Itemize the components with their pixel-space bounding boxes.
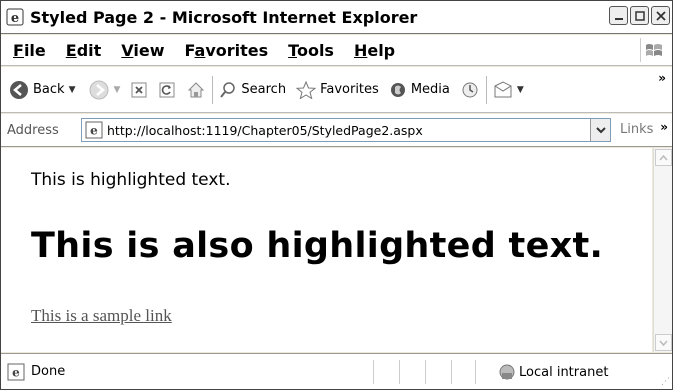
address-label: Address xyxy=(7,122,59,138)
refresh-button[interactable] xyxy=(158,75,176,105)
toolbar-separator xyxy=(485,75,487,104)
forward-arrow-icon xyxy=(89,80,109,99)
svg-text:e: e xyxy=(90,124,98,138)
browser-window: e Styled Page 2 - Microsoft Internet Exp… xyxy=(0,0,673,390)
favorites-button[interactable]: Favorites xyxy=(296,75,379,105)
minimize-icon xyxy=(614,17,623,20)
svg-text:e: e xyxy=(12,365,20,379)
highlighted-heading: This is also highlighted text. xyxy=(31,226,604,266)
back-dropdown-icon[interactable]: ▼ xyxy=(69,85,76,95)
history-icon xyxy=(462,82,478,97)
ie-icon: e xyxy=(4,6,26,28)
address-url: http://localhost:1119/Chapter05/StyledPa… xyxy=(107,122,423,138)
close-button[interactable] xyxy=(651,6,670,25)
forward-button[interactable]: ▼ xyxy=(89,75,120,105)
status-divider xyxy=(451,360,452,384)
stop-button[interactable] xyxy=(130,75,148,105)
mail-icon xyxy=(494,80,512,97)
mail-button[interactable]: ▼ xyxy=(493,75,524,105)
links-chevron-icon[interactable]: » xyxy=(660,120,668,134)
vertical-scrollbar[interactable] xyxy=(653,148,672,352)
minimize-button[interactable] xyxy=(609,6,628,25)
intranet-icon xyxy=(499,364,515,380)
page-icon: e xyxy=(85,121,103,139)
menu-favorites[interactable]: Favorites xyxy=(185,41,269,60)
media-icon xyxy=(390,82,405,97)
refresh-icon xyxy=(159,82,175,97)
scroll-up-icon xyxy=(659,154,668,160)
forward-dropdown-icon[interactable]: ▼ xyxy=(113,85,120,95)
status-divider xyxy=(425,360,426,384)
close-icon xyxy=(655,10,666,21)
title-bar: e Styled Page 2 - Microsoft Internet Exp… xyxy=(1,1,672,34)
stop-icon xyxy=(131,82,147,97)
mail-dropdown-icon[interactable]: ▼ xyxy=(517,85,524,95)
menu-view[interactable]: View xyxy=(121,41,164,60)
status-divider xyxy=(399,360,400,384)
window-title: Styled Page 2 - Microsoft Internet Explo… xyxy=(30,7,418,27)
windows-logo-icon xyxy=(640,38,666,62)
svg-text:e: e xyxy=(11,11,19,26)
menu-bar: File Edit View Favorites Tools Help xyxy=(1,35,672,66)
menu-tools[interactable]: Tools xyxy=(288,41,334,60)
toolbar-separator xyxy=(212,75,214,104)
scroll-down-button[interactable] xyxy=(655,334,672,351)
window-controls xyxy=(609,6,670,25)
menu-edit[interactable]: Edit xyxy=(66,41,102,60)
search-button[interactable]: Search xyxy=(219,75,286,105)
menu-file[interactable]: File xyxy=(13,41,46,60)
security-zone: Local intranet xyxy=(498,363,608,381)
chevron-down-icon xyxy=(595,127,606,134)
maximize-icon xyxy=(634,10,645,21)
search-icon xyxy=(220,81,236,98)
status-page-icon: e xyxy=(7,363,25,380)
status-bar: e Done Local intranet ⋰ xyxy=(1,353,672,389)
back-arrow-icon xyxy=(10,80,28,99)
back-button[interactable]: Back ▼ xyxy=(9,75,75,105)
standard-toolbar: Back ▼ ▼ Search Favorites Media ▼ » xyxy=(1,67,672,113)
scroll-up-button[interactable] xyxy=(655,149,672,166)
maximize-button[interactable] xyxy=(630,6,649,25)
links-button[interactable]: Links xyxy=(620,122,653,137)
page-content: This is highlighted text. This is also h… xyxy=(1,148,652,352)
home-button[interactable] xyxy=(186,75,206,105)
history-button[interactable] xyxy=(460,75,480,105)
address-dropdown-button[interactable] xyxy=(590,119,610,141)
address-field[interactable]: e http://localhost:1119/Chapter05/Styled… xyxy=(81,118,611,142)
status-text: Done xyxy=(31,364,66,379)
address-bar: Address e http://localhost:1119/Chapter0… xyxy=(1,114,672,147)
sample-link[interactable]: This is a sample link xyxy=(31,306,172,326)
media-button[interactable]: Media xyxy=(389,75,450,105)
status-divider xyxy=(475,360,476,384)
home-icon xyxy=(188,81,205,97)
menu-help[interactable]: Help xyxy=(354,41,395,60)
toolbar-chevron-icon[interactable]: » xyxy=(658,71,666,85)
resize-grip-icon[interactable]: ⋰ xyxy=(661,377,670,387)
favorites-star-icon xyxy=(296,80,317,99)
status-divider xyxy=(373,360,374,384)
scroll-down-icon xyxy=(659,340,668,346)
highlighted-paragraph: This is highlighted text. xyxy=(31,170,231,190)
